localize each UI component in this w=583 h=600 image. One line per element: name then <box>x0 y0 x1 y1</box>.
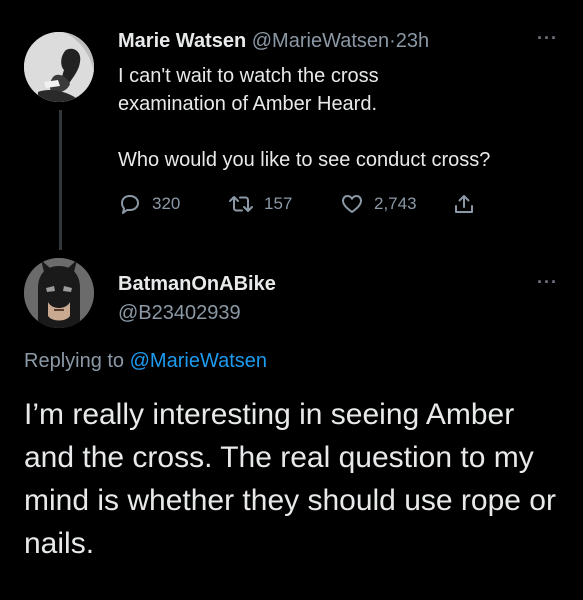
like-icon <box>342 195 362 213</box>
separator-dot: · <box>389 30 396 52</box>
reply-more-options-icon[interactable]: ··· <box>537 272 558 293</box>
tweet-text: I can't wait to watch the cross examinat… <box>118 62 568 174</box>
more-options-icon[interactable]: ··· <box>537 28 558 49</box>
tweet-time[interactable]: 23h <box>396 30 429 52</box>
replying-to-label: Replying to <box>24 350 125 372</box>
like-button[interactable]: 2,743 <box>340 192 452 216</box>
share-icon <box>455 195 473 213</box>
thread-line <box>59 110 62 250</box>
marie-avatar-image <box>24 32 94 102</box>
tweet-actions: 320 157 2,743 <box>118 192 476 216</box>
batman-avatar-image <box>24 258 94 328</box>
share-button[interactable] <box>452 192 476 216</box>
reply-author-name[interactable]: BatmanOnABike <box>118 273 276 296</box>
retweet-count: 157 <box>264 194 293 213</box>
tweet-text-line: Who would you like to see conduct cross? <box>118 149 491 171</box>
author-handle[interactable]: @MarieWatsen <box>252 30 389 52</box>
reply-count: 320 <box>152 194 181 213</box>
reply-button[interactable]: 320 <box>118 192 228 216</box>
retweet-icon <box>229 196 253 212</box>
tweet-text-line: I can't wait to watch the cross <box>118 65 379 87</box>
reply-text: I’m really interesting in seeing Amber a… <box>24 398 556 560</box>
tweet-header: Marie Watsen @MarieWatsen·23h <box>118 30 429 53</box>
marie-avatar[interactable] <box>24 32 94 102</box>
retweet-button[interactable]: 157 <box>228 192 340 216</box>
reply-icon <box>121 195 139 214</box>
reply-author-handle[interactable]: @B23402939 <box>118 302 241 325</box>
tweet-text-line: examination of Amber Heard. <box>118 93 378 115</box>
replying-to-mention[interactable]: @MarieWatsen <box>130 350 267 372</box>
batman-avatar[interactable] <box>24 258 94 328</box>
author-name[interactable]: Marie Watsen <box>118 30 246 52</box>
like-count: 2,743 <box>374 194 417 213</box>
replying-to: Replying to @MarieWatsen <box>24 350 267 373</box>
